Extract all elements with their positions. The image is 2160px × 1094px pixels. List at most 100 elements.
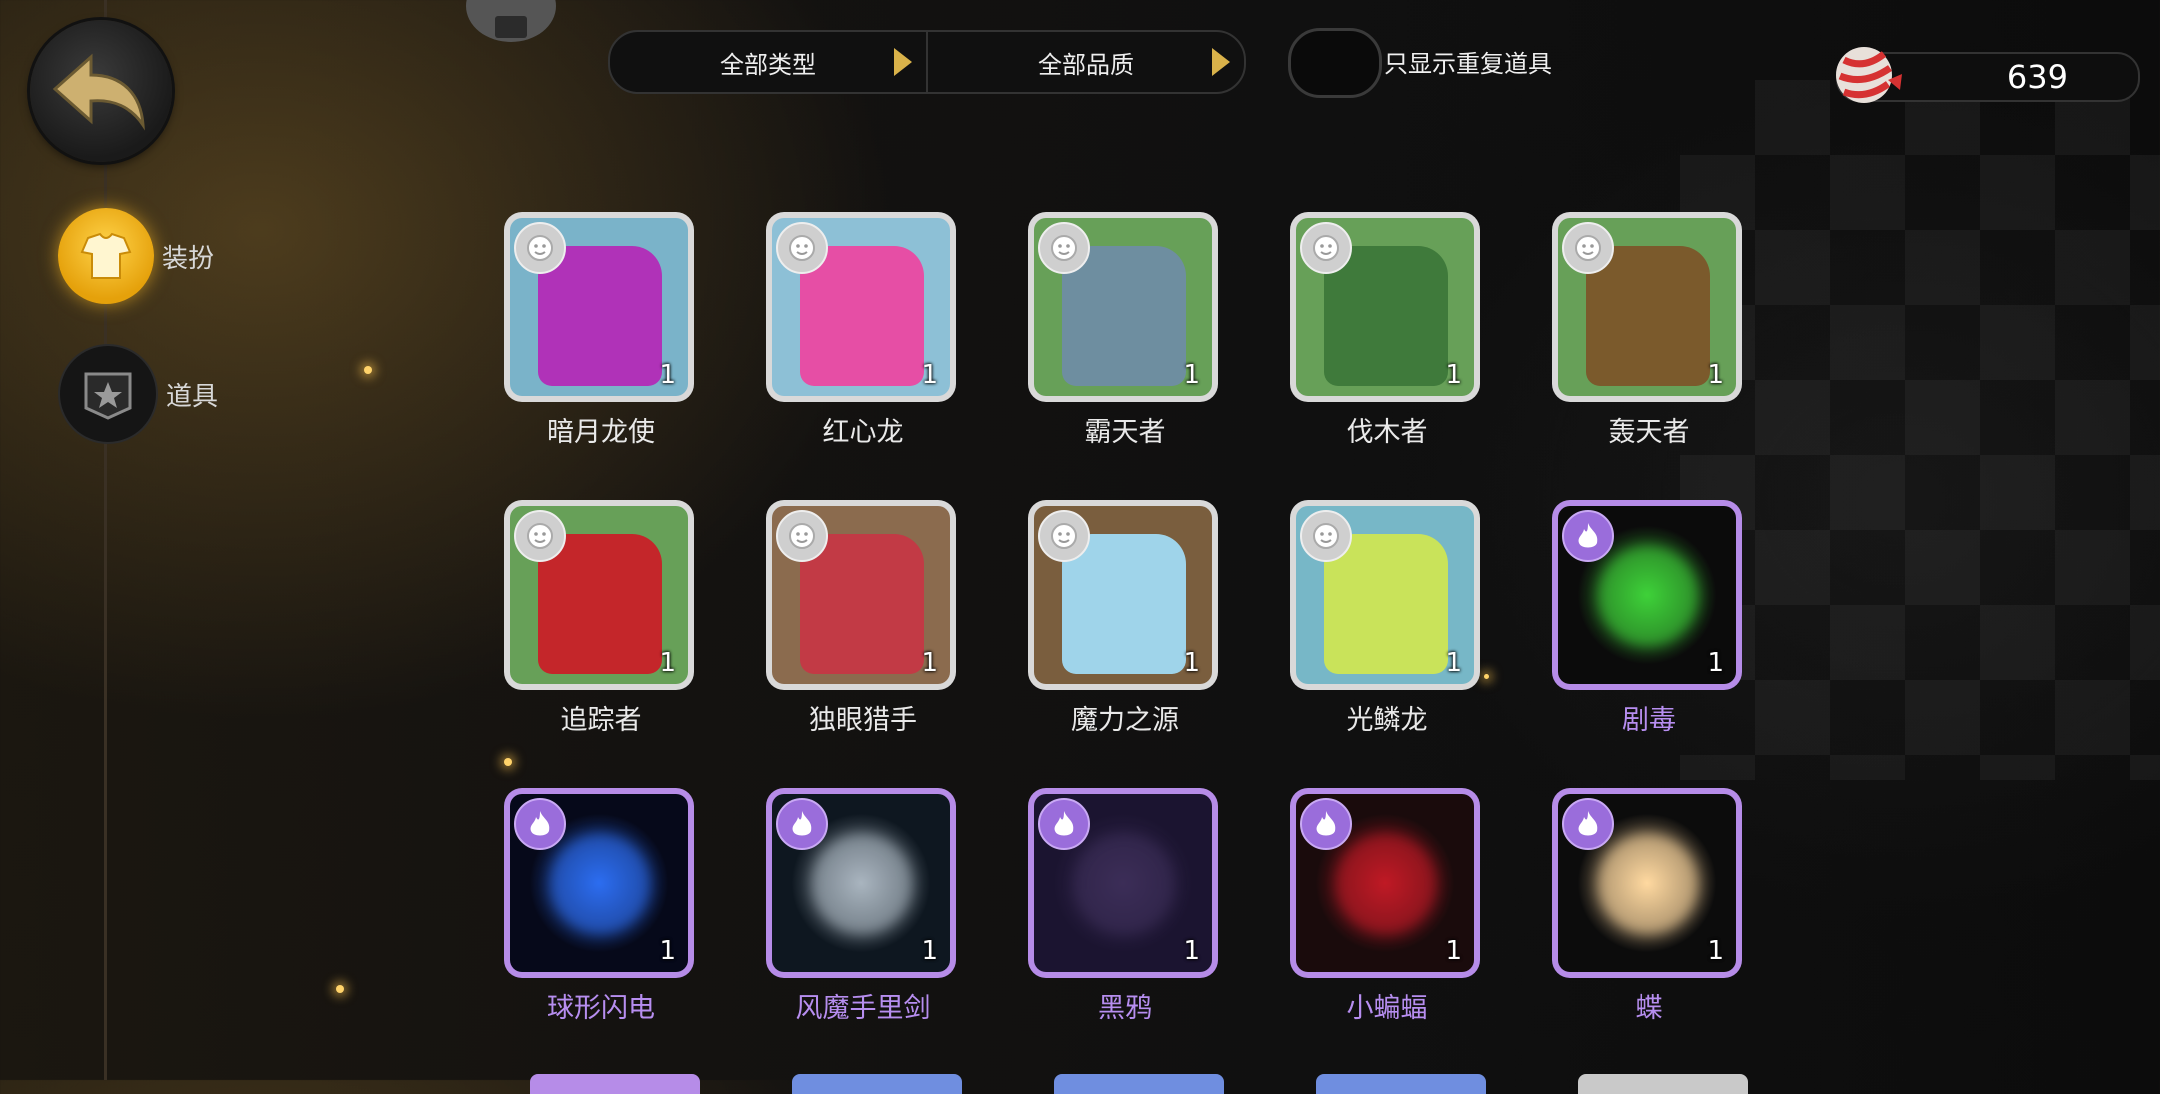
inventory-item[interactable]: 1 暗月龙使 [504, 212, 698, 449]
currency-value: 639 [2006, 58, 2068, 96]
duplicate-only-label: 只显示重复道具 [1384, 50, 1552, 78]
item-name: 独眼猎手 [809, 705, 917, 736]
item-card[interactable]: 1 [1028, 788, 1218, 978]
inventory-item[interactable]: 1 魔力之源 [1028, 500, 1222, 737]
type-filter-dropdown[interactable]: 全部类型 [610, 32, 926, 92]
type-filter-label: 全部类型 [720, 50, 816, 79]
item-art-shape [550, 834, 650, 934]
item-card[interactable]: 1 [1290, 500, 1480, 690]
nav-item-items[interactable]: 道具 [58, 344, 218, 444]
item-art: 1 [1034, 506, 1212, 684]
item-name: 黑鸦 [1098, 993, 1152, 1024]
smiley-icon [1300, 510, 1352, 562]
inventory-item[interactable]: 1 光鳞龙 [1290, 500, 1484, 737]
item-count: 1 [1183, 648, 1200, 678]
inventory-item[interactable]: 1 轰天者 [1552, 212, 1746, 449]
flame-icon [1300, 798, 1352, 850]
item-card[interactable]: 1 [766, 500, 956, 690]
gift-icon [495, 16, 527, 38]
item-name: 红心龙 [822, 417, 904, 448]
item-count: 1 [1183, 360, 1200, 390]
item-count: 1 [921, 648, 938, 678]
flame-icon [1562, 798, 1614, 850]
item-art: 1 [1296, 506, 1474, 684]
item-art-shape [812, 834, 912, 934]
inventory-item[interactable]: 1蝶 [1552, 788, 1746, 1025]
item-count: 1 [1707, 360, 1724, 390]
duplicate-only-toggle[interactable] [1288, 28, 1382, 98]
item-card[interactable]: 1 [1290, 212, 1480, 402]
item-card[interactable]: 1 [766, 788, 956, 978]
flame-icon [1038, 798, 1090, 850]
smiley-icon [514, 222, 566, 274]
nav-label: 道具 [166, 381, 219, 412]
inventory-item[interactable]: 1 黑鸦 [1028, 788, 1222, 1025]
item-count: 1 [1445, 360, 1462, 390]
inventory-item[interactable]: 1 小蝙蝠 [1290, 788, 1484, 1025]
item-art-shape [1598, 834, 1698, 934]
nav-circle [58, 344, 158, 444]
item-art: 1 [1296, 218, 1474, 396]
item-name: 小蝙蝠 [1346, 993, 1428, 1024]
partial-card [1054, 1074, 1224, 1094]
item-name: 蝶 [1635, 993, 1663, 1024]
item-card[interactable]: 1 [1028, 500, 1218, 690]
item-card[interactable]: 1 [504, 500, 694, 690]
item-count: 1 [921, 936, 938, 966]
quality-filter-dropdown[interactable]: 全部品质 [926, 32, 1244, 92]
item-card[interactable]: 1 [1028, 212, 1218, 402]
item-card[interactable]: 1 [1552, 788, 1742, 978]
item-art: 1 [772, 794, 950, 972]
flame-icon [776, 798, 828, 850]
back-button[interactable] [30, 20, 172, 162]
inventory-item[interactable]: 1 霸天者 [1028, 212, 1222, 449]
inventory-item[interactable]: 1 伐木者 [1290, 212, 1484, 449]
partial-card [530, 1074, 700, 1094]
inventory-item[interactable]: 1 球形闪电 [504, 788, 698, 1025]
item-count: 1 [659, 648, 676, 678]
partial-card [1316, 1074, 1486, 1094]
smiley-icon [1038, 222, 1090, 274]
inventory-item[interactable]: 1 独眼猎手 [766, 500, 960, 737]
item-art: 1 [1558, 218, 1736, 396]
item-count: 1 [921, 360, 938, 390]
item-count: 1 [1445, 648, 1462, 678]
inventory-item[interactable]: 1 风魔手里剑 [766, 788, 960, 1025]
item-name: 轰天者 [1608, 417, 1690, 448]
sidebar-divider [104, 0, 107, 1080]
item-card[interactable]: 1 [766, 212, 956, 402]
item-count: 1 [1183, 936, 1200, 966]
back-arrow-icon [52, 53, 145, 131]
item-card[interactable]: 1 [504, 212, 694, 402]
smiley-icon [514, 510, 566, 562]
item-art: 1 [510, 794, 688, 972]
item-art: 1 [1034, 794, 1212, 972]
sparkle [1484, 674, 1489, 679]
partial-card [792, 1074, 962, 1094]
caret-right-icon [894, 48, 912, 76]
item-name: 追踪者 [560, 705, 642, 736]
item-count: 1 [659, 360, 676, 390]
item-art: 1 [1558, 794, 1736, 972]
item-name: 光鳞龙 [1346, 705, 1428, 736]
inventory-item[interactable]: 1 红心龙 [766, 212, 960, 449]
item-art-shape [1598, 546, 1698, 646]
nav-circle [58, 208, 154, 304]
inventory-item[interactable]: 1 剧毒 [1552, 500, 1746, 737]
candy-icon [1836, 47, 1902, 103]
item-count: 1 [659, 936, 676, 966]
item-card[interactable]: 1 [504, 788, 694, 978]
item-name: 伐木者 [1346, 417, 1428, 448]
inventory-item[interactable]: 1 追踪者 [504, 500, 698, 737]
item-card[interactable]: 1 [1552, 500, 1742, 690]
caret-right-icon [1212, 48, 1230, 76]
item-badge-icon [84, 372, 132, 420]
smiley-icon [776, 510, 828, 562]
item-art-shape [1074, 834, 1174, 934]
item-card[interactable]: 1 [1290, 788, 1480, 978]
nav-item-costume[interactable]: 装扮 [58, 208, 214, 304]
item-name: 球形闪电 [547, 993, 655, 1024]
top-tab[interactable] [466, 0, 556, 42]
item-art-shape [1336, 834, 1436, 934]
item-card[interactable]: 1 [1552, 212, 1742, 402]
